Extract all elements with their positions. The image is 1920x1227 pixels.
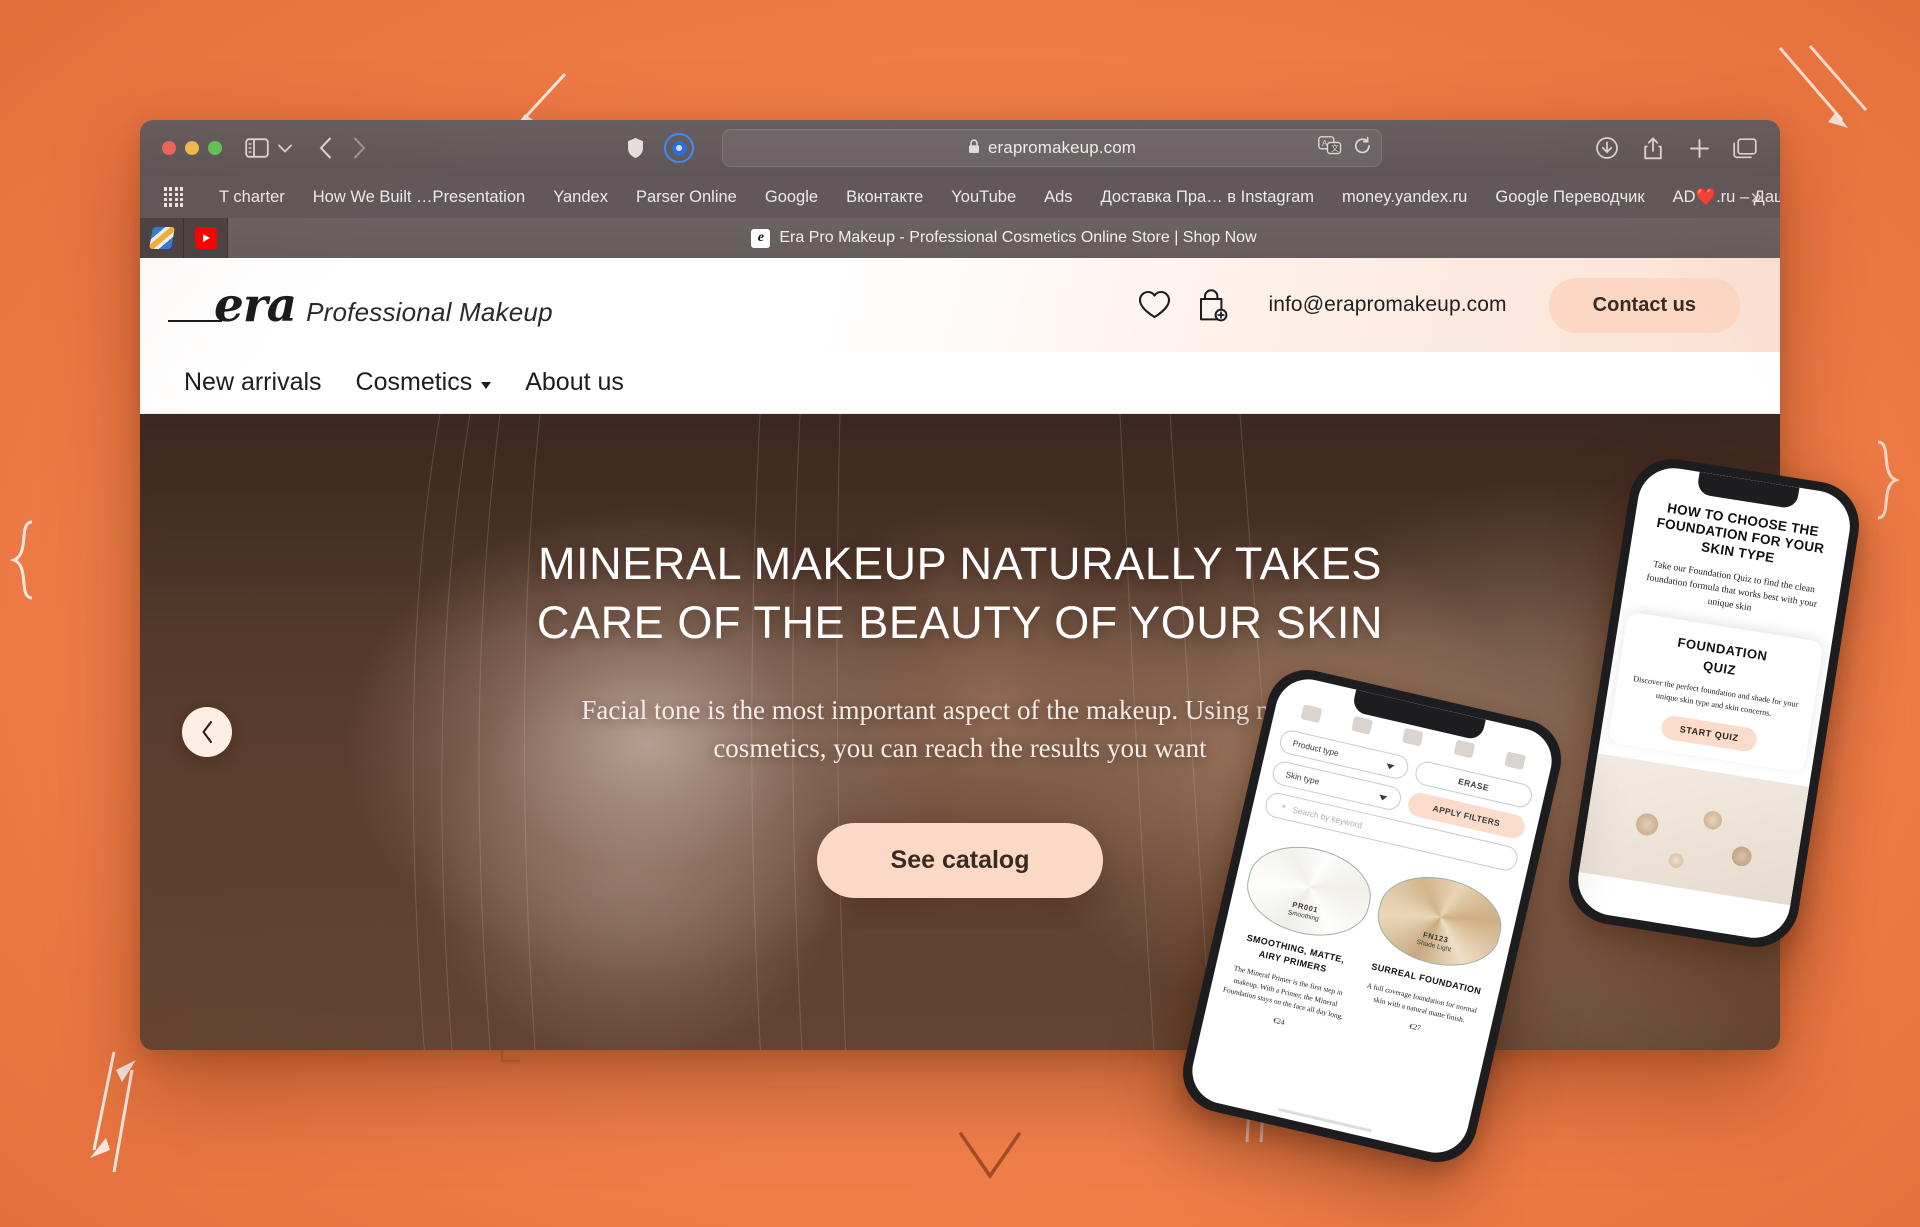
- window-traffic-lights[interactable]: [162, 141, 222, 155]
- webpage-viewport: era Professional Makeup info@erapromakeu…: [140, 258, 1780, 1050]
- address-url: erapromakeup.com: [987, 138, 1137, 157]
- chevron-down-icon[interactable]: [272, 135, 298, 161]
- site-logo[interactable]: era Professional Makeup: [167, 278, 553, 333]
- bookmark-dostavka-instagram[interactable]: Доставка Пра… в Instagram: [1087, 188, 1328, 207]
- address-bar[interactable]: erapromakeup.com A文: [722, 129, 1382, 167]
- chevron-down-icon: [481, 381, 492, 389]
- hero-subheading-line-2: cosmetics, you can reach the results you…: [713, 733, 1207, 764]
- browser-toolbar: erapromakeup.com A文: [140, 120, 1780, 176]
- bookmark-parser-online[interactable]: Parser Online: [622, 188, 751, 207]
- deco-bracket-left: [8, 520, 42, 600]
- browser-chrome: erapromakeup.com A文 T charter How We Bui…: [140, 120, 1780, 258]
- tab-title: Era Pro Makeup - Professional Cosmetics …: [779, 229, 1257, 246]
- heart-icon[interactable]: [1138, 290, 1171, 320]
- bookmark-youtube[interactable]: YouTube: [937, 188, 1030, 207]
- category-icon-palette[interactable]: [1453, 739, 1476, 759]
- bookmark-google-translate[interactable]: Google Переводчик: [1481, 188, 1658, 207]
- svg-text:文: 文: [1331, 143, 1339, 153]
- deco-bracket-right: [1868, 440, 1902, 520]
- product-swatch-primer: PR001 Smoothing: [1238, 835, 1380, 948]
- tab-strip: e Era Pro Makeup - Professional Cosmetic…: [140, 218, 1780, 258]
- bookmark-how-we-built[interactable]: How We Built …Presentation: [299, 188, 539, 207]
- bookmarks-bar: T charter How We Built …Presentation Yan…: [140, 176, 1780, 218]
- nav-item-cosmetics-label: Cosmetics: [355, 368, 473, 396]
- bookmark-ads[interactable]: Ads: [1030, 188, 1086, 207]
- era-favicon-icon: e: [751, 228, 771, 248]
- hero-heading-line-1: MINERAL MAKEUP NATURALLY TAKES: [537, 538, 1383, 589]
- logo-wordmark: era: [167, 278, 297, 333]
- new-tab-icon[interactable]: [1686, 135, 1712, 161]
- pinned-tab-1[interactable]: [140, 218, 184, 258]
- forward-icon[interactable]: [346, 135, 372, 161]
- product-swatch-foundation-label: FN123 Shade Light: [1415, 929, 1454, 956]
- shopping-bag-add-icon[interactable]: [1197, 288, 1228, 322]
- quiz-card: FOUNDATION QUIZ Discover the perfect fou…: [1607, 611, 1824, 773]
- contact-email[interactable]: info@erapromakeup.com: [1268, 293, 1506, 317]
- see-catalog-button[interactable]: See catalog: [816, 823, 1104, 899]
- lock-icon: [968, 139, 980, 157]
- back-icon[interactable]: [312, 135, 338, 161]
- bookmark-money-yandex[interactable]: money.yandex.ru: [1328, 188, 1481, 207]
- site-header-actions: info@erapromakeup.com Contact us: [1138, 277, 1740, 333]
- bookmark-vkontakte[interactable]: Вконтакте: [832, 188, 937, 207]
- chevron-left-icon: [202, 721, 212, 743]
- contact-us-button[interactable]: Contact us: [1548, 277, 1740, 333]
- browser-window: erapromakeup.com A文 T charter How We Bui…: [140, 120, 1780, 1050]
- category-icon-powder[interactable]: [1351, 715, 1374, 735]
- deco-arrows-bottom-left: [80, 1040, 170, 1190]
- scroll-down-chevron-icon: [955, 1128, 1025, 1184]
- bookmark-t-charter[interactable]: T charter: [205, 188, 299, 207]
- phone-home-indicator: [1277, 1107, 1373, 1133]
- pinned-tab-youtube[interactable]: [184, 218, 228, 258]
- category-icon-brush[interactable]: [1300, 704, 1323, 724]
- nav-item-cosmetics[interactable]: Cosmetics: [356, 368, 492, 397]
- screenshot-stage: erapromakeup.com A文 T charter How We Bui…: [0, 0, 1920, 1227]
- nav-item-new-arrivals-label: New arrivals: [184, 368, 322, 396]
- carousel-prev-button[interactable]: [182, 707, 232, 757]
- deco-arrow-top-right: [1770, 40, 1870, 150]
- site-navigation: New arrivals Cosmetics About us: [140, 352, 1780, 414]
- quiz-card-title-line-1: FOUNDATION: [1676, 634, 1769, 664]
- product-swatch-foundation: FN123 Shade Light: [1369, 865, 1510, 978]
- bookmark-yandex[interactable]: Yandex: [539, 188, 622, 207]
- tab-overview-icon[interactable]: [1732, 135, 1758, 161]
- hero-heading: MINERAL MAKEUP NATURALLY TAKES CARE OF T…: [460, 534, 1460, 653]
- shield-icon[interactable]: [622, 135, 648, 161]
- translate-icon[interactable]: A文: [1318, 136, 1342, 160]
- toolbar-right-actions: [1594, 135, 1758, 161]
- product-swatch-primer-label: PR001 Smoothing: [1287, 899, 1322, 925]
- quiz-product-photo: [1578, 753, 1810, 906]
- extension-icon[interactable]: [664, 133, 694, 163]
- downloads-icon[interactable]: [1594, 135, 1620, 161]
- apps-grid-icon[interactable]: [164, 187, 184, 207]
- close-window-button[interactable]: [162, 141, 176, 155]
- pinned-tab-1-icon: [148, 227, 175, 249]
- nav-item-about-us[interactable]: About us: [525, 368, 624, 397]
- bookmarks-overflow-icon[interactable]: »: [1751, 186, 1762, 209]
- quiz-card-title-line-2: QUIZ: [1702, 657, 1738, 678]
- youtube-icon: [194, 227, 217, 249]
- minimize-window-button[interactable]: [185, 141, 199, 155]
- sidebar-icon[interactable]: [242, 136, 272, 160]
- category-icon-case[interactable]: [1504, 751, 1527, 771]
- reload-icon[interactable]: [1354, 136, 1371, 160]
- nav-item-new-arrivals[interactable]: New arrivals: [184, 368, 322, 397]
- category-icon-lipstick[interactable]: [1402, 727, 1425, 747]
- hero-heading-line-2: CARE OF THE BEAUTY OF YOUR SKIN: [536, 597, 1384, 649]
- product-card-foundation[interactable]: FN123 Shade Light SURREAL FOUNDATION A f…: [1348, 865, 1510, 1069]
- share-icon[interactable]: [1640, 135, 1666, 161]
- maximize-window-button[interactable]: [208, 141, 222, 155]
- nav-item-about-us-label: About us: [525, 368, 624, 396]
- tab-era-pro-makeup[interactable]: e Era Pro Makeup - Professional Cosmetic…: [228, 218, 1780, 258]
- site-header: era Professional Makeup info@erapromakeu…: [140, 258, 1780, 352]
- bookmark-google[interactable]: Google: [751, 188, 832, 207]
- hero-subheading-line-1: Facial tone is the most important aspect…: [581, 694, 1339, 725]
- start-quiz-button[interactable]: START QUIZ: [1660, 714, 1759, 753]
- logo-tagline: Professional Makeup: [306, 296, 553, 327]
- hero-subheading: Facial tone is the most important aspect…: [575, 691, 1345, 768]
